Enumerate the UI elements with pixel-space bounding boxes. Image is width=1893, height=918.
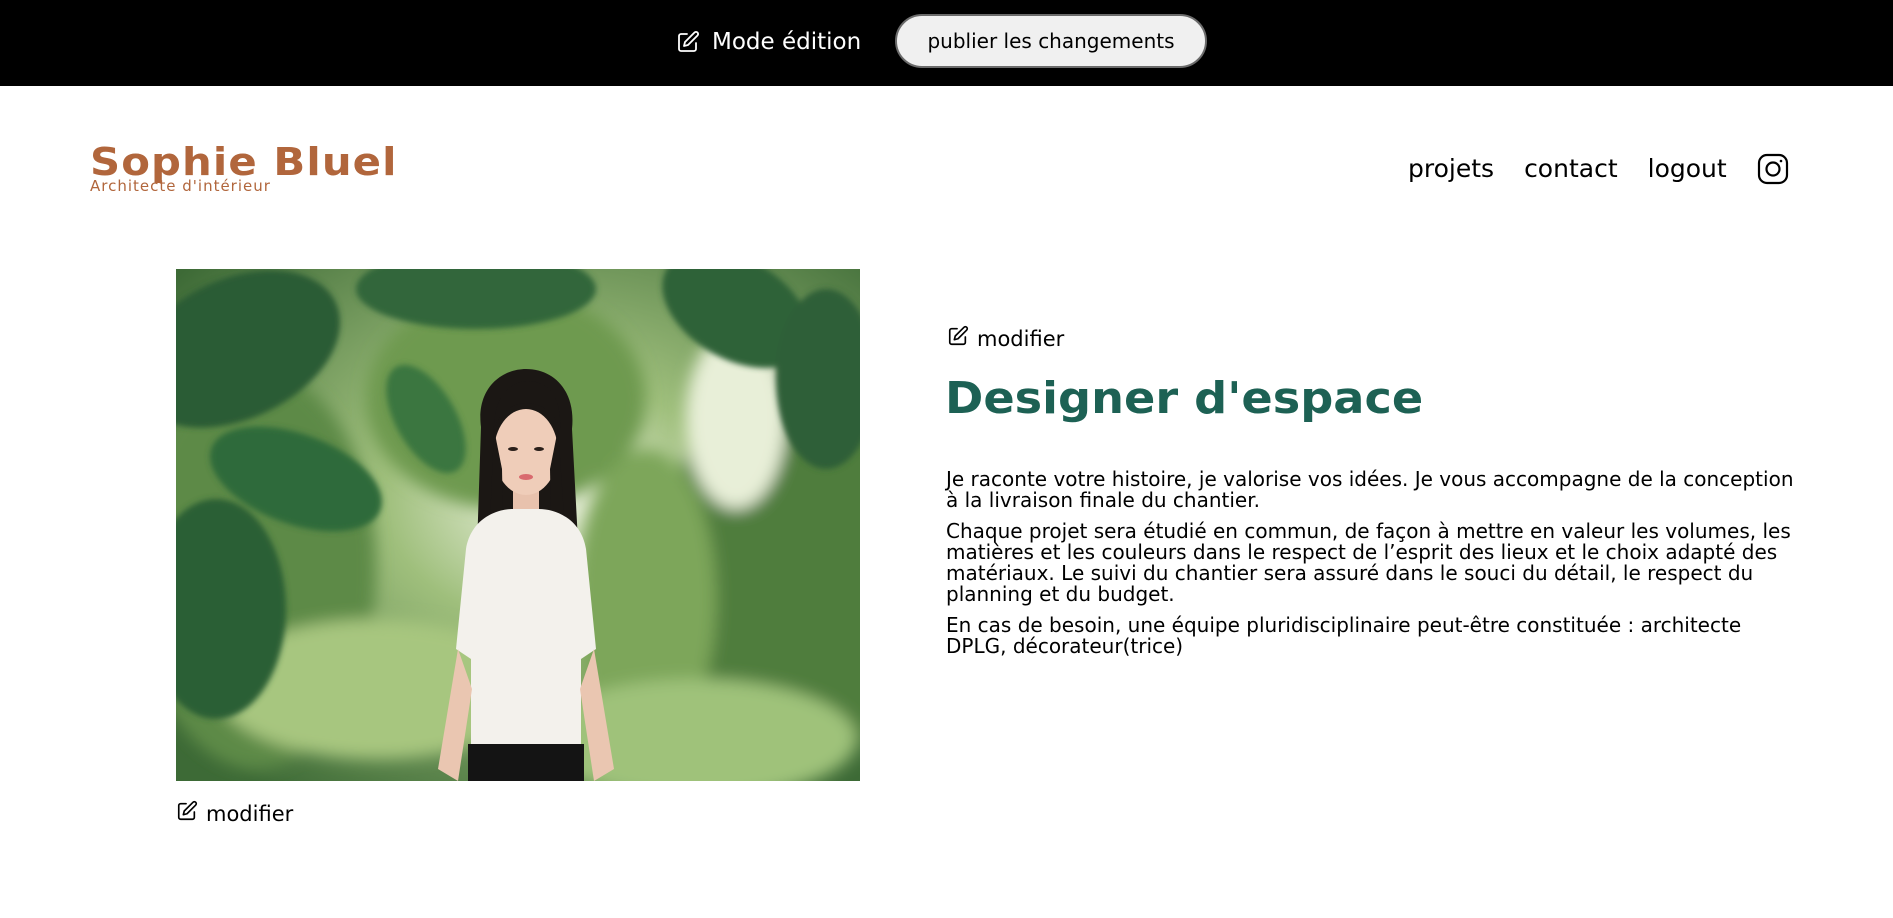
- edit-icon: [676, 30, 700, 54]
- main-nav: projets contact logout: [1408, 150, 1789, 188]
- modify-text-button[interactable]: modifier: [947, 325, 1064, 352]
- edit-mode-indicator: Mode édition: [676, 26, 861, 58]
- edit-icon: [176, 800, 198, 827]
- nav-link-logout[interactable]: logout: [1648, 150, 1727, 188]
- publish-changes-button[interactable]: publier les changements: [895, 14, 1207, 68]
- modify-text-label: modifier: [977, 326, 1065, 351]
- paragraph: En cas de besoin, une équipe pluridiscip…: [946, 613, 1742, 658]
- modify-photo-label: modifier: [206, 801, 294, 826]
- edit-mode-bar: Mode édition publier les changements: [0, 0, 1893, 86]
- edit-icon: [947, 325, 969, 352]
- nav-link-contact[interactable]: contact: [1524, 150, 1618, 188]
- modify-photo-button[interactable]: modifier: [176, 800, 293, 827]
- section-title: Designer d'espace: [945, 373, 1424, 424]
- logo-subtitle: Architecte d'intérieur: [90, 177, 271, 195]
- portrait-photo: [176, 269, 860, 781]
- paragraph: Je raconte votre histoire, je valorise v…: [946, 467, 1794, 512]
- edit-mode-label: Mode édition: [712, 29, 862, 55]
- introduction-text: Je raconte votre histoire, je valorise v…: [946, 469, 1806, 667]
- paragraph: Chaque projet sera étudié en commun, de …: [946, 519, 1791, 606]
- instagram-icon[interactable]: [1757, 153, 1789, 185]
- nav-link-projets[interactable]: projets: [1408, 150, 1494, 188]
